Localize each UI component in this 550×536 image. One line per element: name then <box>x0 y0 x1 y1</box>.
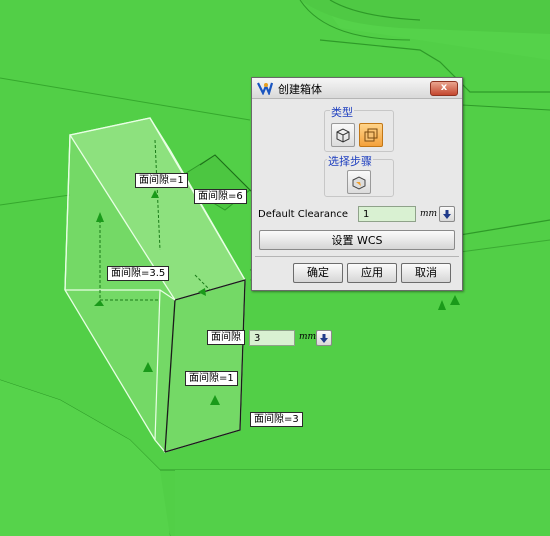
clearance-tag-left[interactable]: 面间隙=3.5 <box>107 266 170 281</box>
apply-button[interactable]: 应用 <box>347 263 397 283</box>
cancel-button[interactable]: 取消 <box>401 263 451 283</box>
dialog-divider <box>255 256 459 257</box>
ok-button[interactable]: 确定 <box>293 263 343 283</box>
face-clearance-widget: 面间隙 3 mm <box>207 328 337 348</box>
type-group-label: 类型 <box>330 104 354 120</box>
create-box-dialog: 创建箱体 x 类型 选择步骤 Default Clearance 1 mm 设置… <box>251 77 463 291</box>
dropdown-arrow-icon[interactable] <box>316 330 332 346</box>
clearance-tag-right[interactable]: 面间隙=6 <box>194 189 247 204</box>
block-type-icon[interactable] <box>359 123 383 147</box>
default-clearance-label: Default Clearance <box>258 209 348 220</box>
app-icon <box>257 82 273 95</box>
set-wcs-button[interactable]: 设置 WCS <box>259 230 455 250</box>
default-clearance-unit: mm <box>420 209 438 219</box>
select-step-label: 选择步骤 <box>327 153 373 169</box>
box-type-icon[interactable] <box>331 123 355 147</box>
face-clearance-label: 面间隙 <box>207 330 245 345</box>
face-clearance-unit: mm <box>299 332 317 342</box>
dialog-title: 创建箱体 <box>278 83 322 96</box>
dialog-titlebar[interactable]: 创建箱体 x <box>252 78 462 99</box>
dropdown-arrow-icon[interactable] <box>439 206 455 222</box>
face-clearance-input[interactable]: 3 <box>249 330 295 346</box>
select-step-icon[interactable] <box>347 170 371 194</box>
default-clearance-input[interactable]: 1 <box>358 206 416 222</box>
clearance-tag-top[interactable]: 面间隙=1 <box>135 173 188 188</box>
close-icon[interactable]: x <box>430 81 458 96</box>
clearance-tag-front[interactable]: 面间隙=1 <box>185 371 238 386</box>
clearance-tag-bottom[interactable]: 面间隙=3 <box>250 412 303 427</box>
